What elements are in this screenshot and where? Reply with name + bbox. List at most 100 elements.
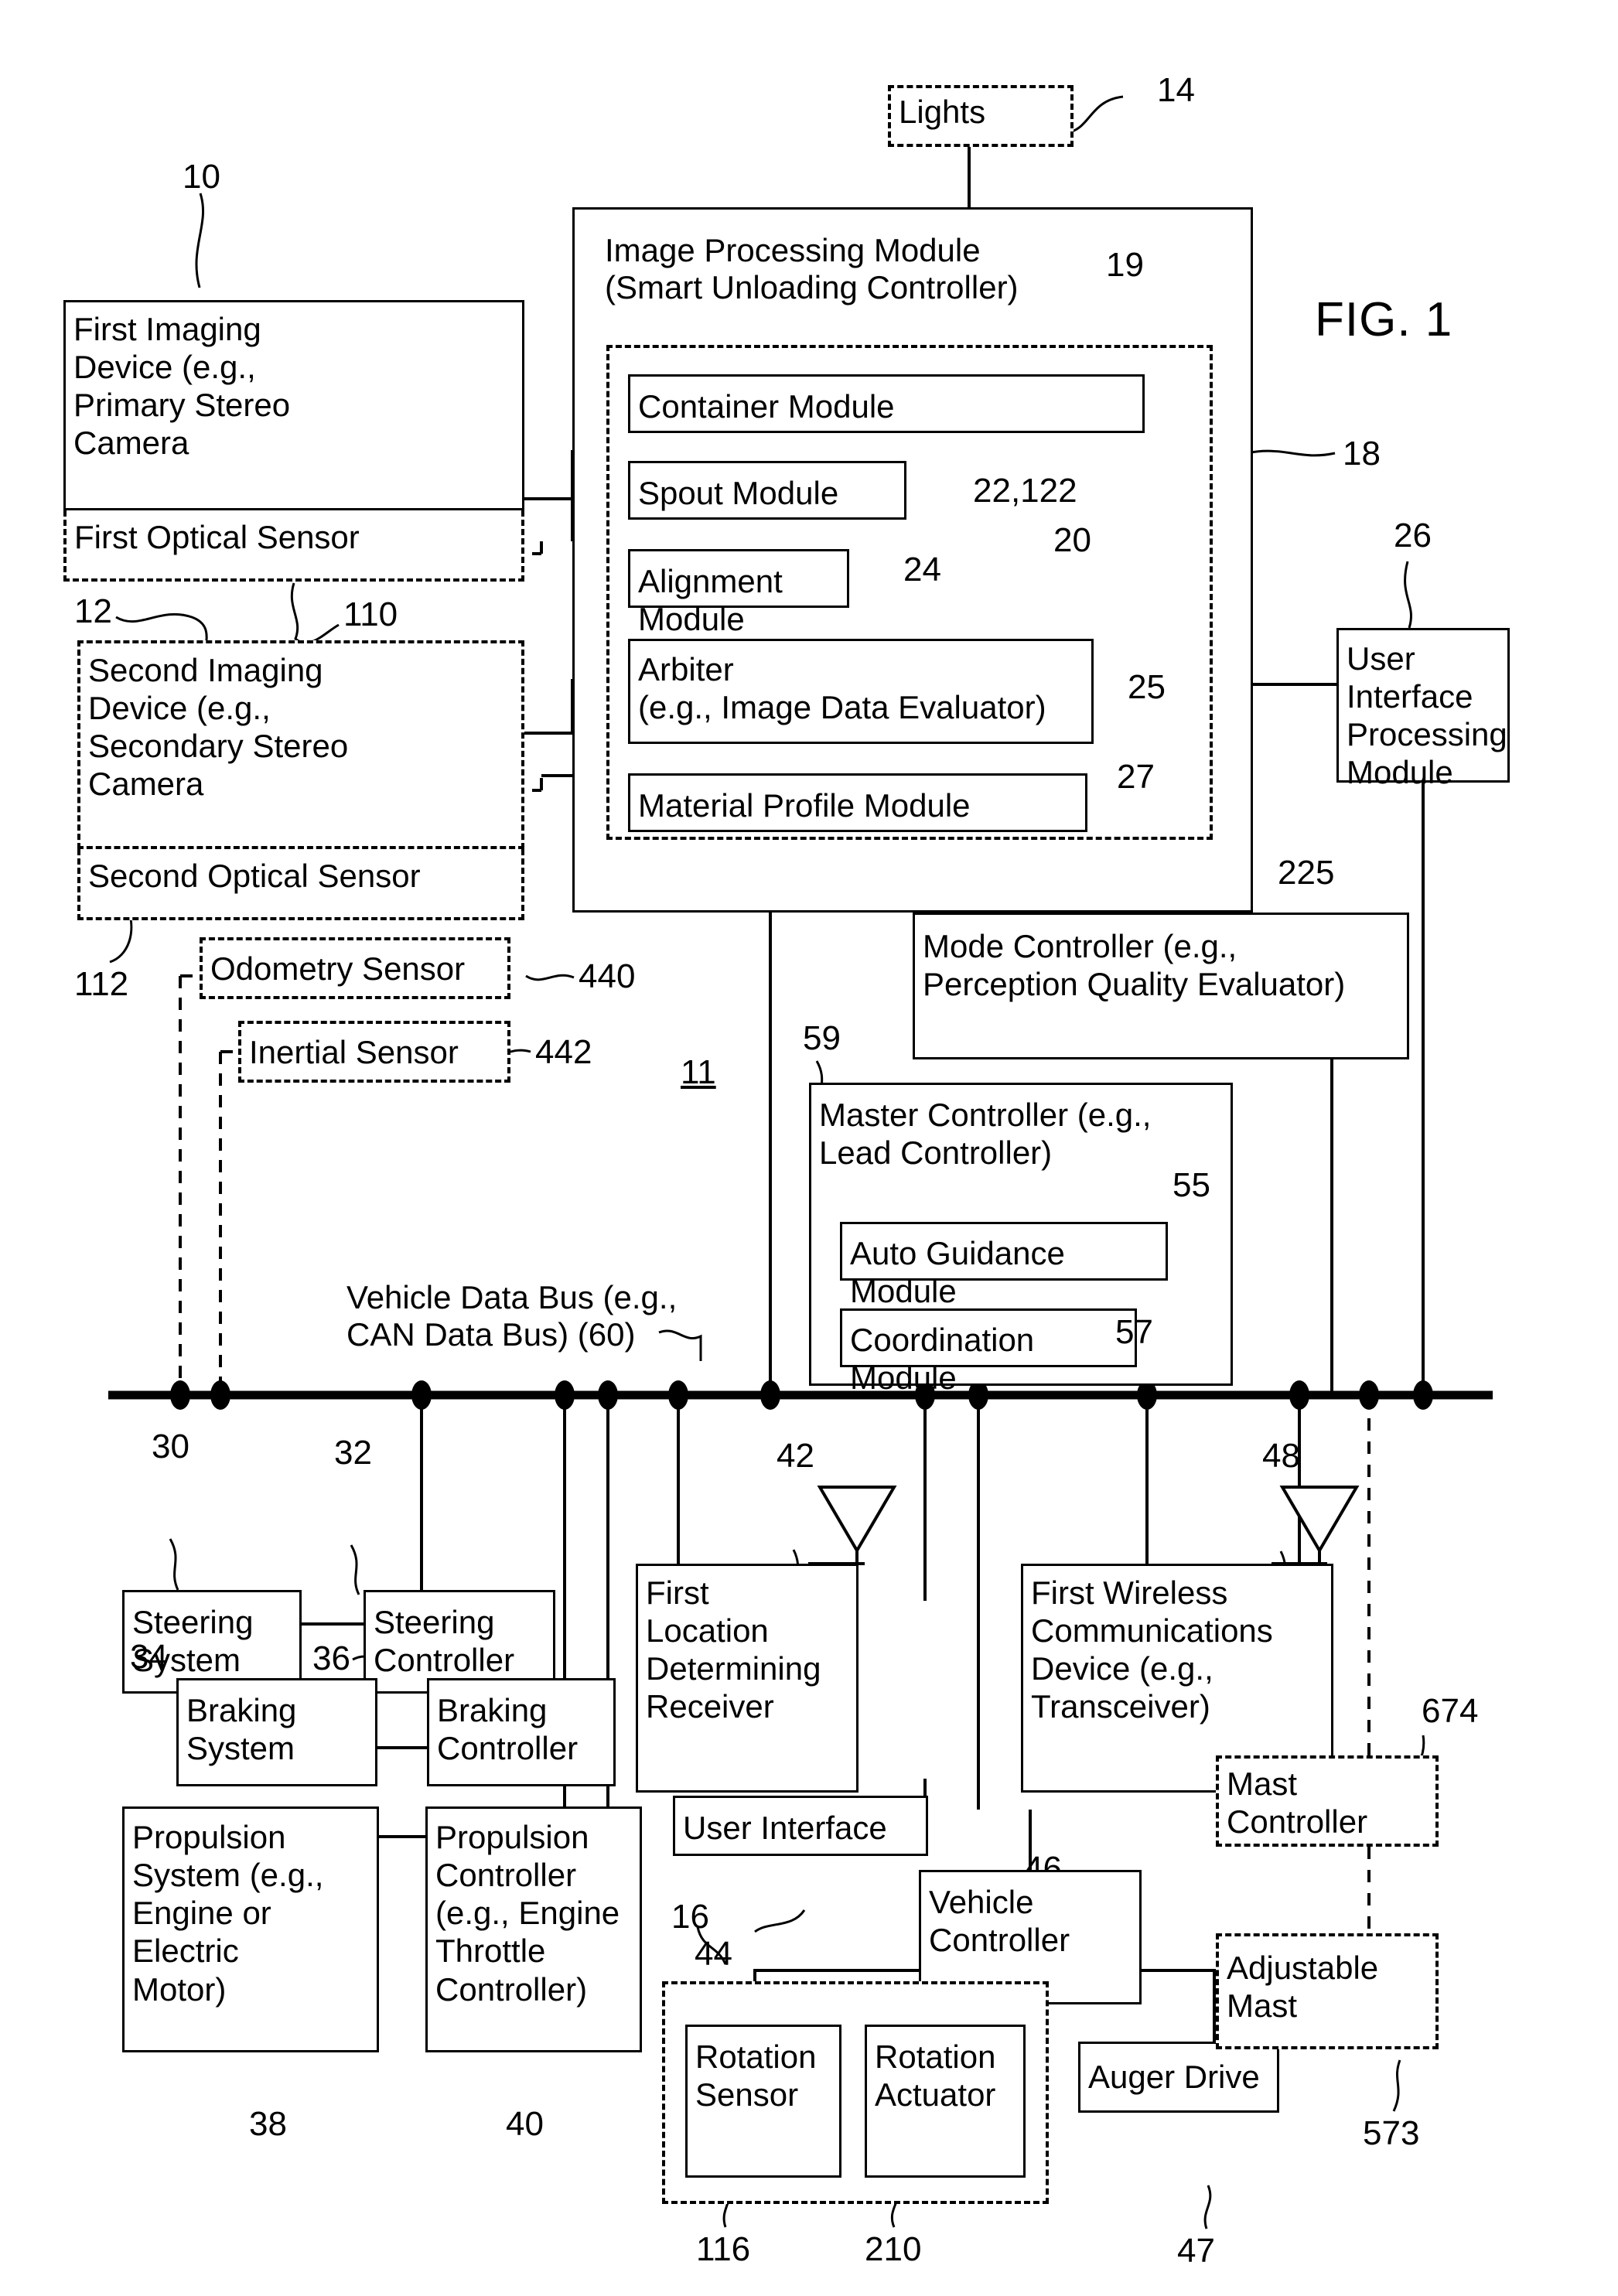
user-interface-label: User Interface <box>683 1810 887 1846</box>
ref-25: 25 <box>1128 668 1166 706</box>
leader-30 <box>169 1538 179 1591</box>
ref-442: 442 <box>535 1033 592 1071</box>
second-imaging-device-box[interactable]: Second Imaging Device (e.g., Secondary S… <box>77 640 524 849</box>
ref-34: 34 <box>130 1638 168 1676</box>
ref-42: 42 <box>777 1437 814 1475</box>
lights-label: Lights <box>899 94 986 130</box>
steering-controller-label: Steering Controller <box>374 1604 515 1679</box>
rotation-actuator-box[interactable]: Rotation Actuator <box>865 2025 1026 2178</box>
leader-26 <box>1404 561 1412 629</box>
lights-box[interactable]: Lights <box>888 85 1074 147</box>
propulsion-system-box[interactable]: Propulsion System (e.g., Engine or Elect… <box>122 1806 379 2052</box>
ref-12: 12 <box>74 592 112 630</box>
odometry-sensor-box[interactable]: Odometry Sensor <box>200 937 510 999</box>
leader-32 <box>350 1544 360 1595</box>
mode-controller-label: Mode Controller (e.g., Perception Qualit… <box>923 928 1346 1003</box>
material-profile-module-label: Material Profile Module <box>638 787 971 824</box>
leader-14 <box>1065 95 1124 135</box>
braking-controller-box[interactable]: Braking Controller <box>427 1678 616 1786</box>
first-optical-sensor-label: First Optical Sensor <box>74 519 360 555</box>
spout-module-box[interactable]: Spout Module <box>628 461 906 520</box>
user-interface-processing-module-label: User Interface Processing Module <box>1347 640 1507 791</box>
inertial-sensor-box[interactable]: Inertial Sensor <box>238 1021 510 1083</box>
rotation-sensor-label: Rotation Sensor <box>695 2038 817 2113</box>
image-processing-module-label: Image Processing Module (Smart Unloading… <box>605 232 1019 305</box>
rotation-actuator-label: Rotation Actuator <box>875 2038 996 2113</box>
ref-26: 26 <box>1394 517 1432 554</box>
user-interface-box[interactable]: User Interface <box>673 1796 928 1856</box>
first-location-determining-receiver-box[interactable]: First Location Determining Receiver <box>636 1564 858 1793</box>
ref-573: 573 <box>1363 2114 1420 2152</box>
ref-10: 10 <box>183 158 220 196</box>
master-controller-label: Master Controller (e.g., Lead Controller… <box>819 1097 1152 1172</box>
arbiter-box[interactable]: Arbiter (e.g., Image Data Evaluator) <box>628 639 1094 744</box>
arbiter-label: Arbiter (e.g., Image Data Evaluator) <box>638 651 1046 726</box>
leader-18 <box>1246 449 1336 457</box>
ref-116: 116 <box>696 2230 751 2268</box>
first-optical-sensor-box[interactable]: First Optical Sensor <box>63 510 524 582</box>
leader-44 <box>754 1909 806 1933</box>
line-vc-auger <box>1142 1969 1216 2042</box>
ref-16: 16 <box>671 1898 709 1936</box>
mast-controller-label: Mast Controller <box>1227 1765 1368 1841</box>
second-optical-sensor-label: Second Optical Sensor <box>88 858 421 894</box>
ref-110: 110 <box>343 595 398 633</box>
odometry-sensor-label: Odometry Sensor <box>210 950 466 987</box>
ref-55: 55 <box>1173 1166 1210 1204</box>
line-cam2-ipm <box>524 679 575 735</box>
ref-57: 57 <box>1115 1313 1153 1351</box>
ref-44: 44 <box>695 1935 732 1973</box>
ref-32: 32 <box>334 1434 372 1472</box>
ref-22-122: 22,122 <box>973 472 1077 510</box>
coordination-module-box[interactable]: Coordination Module <box>840 1308 1137 1396</box>
auto-guidance-module-box[interactable]: Auto Guidance Module <box>840 1222 1168 1309</box>
leader-110 <box>290 582 340 644</box>
ref-59: 59 <box>803 1019 841 1057</box>
container-module-box[interactable]: Container Module <box>628 374 1145 433</box>
adjustable-mast-box[interactable]: Adjustable Mast <box>1216 1933 1439 2049</box>
propulsion-controller-box[interactable]: Propulsion Controller (e.g., Engine Thro… <box>425 1806 642 2052</box>
first-wireless-communications-device-label: First Wireless Communications Device (e.… <box>1031 1574 1273 1725</box>
second-imaging-device-label: Second Imaging Device (e.g., Secondary S… <box>88 652 349 803</box>
braking-system-box[interactable]: Braking System <box>176 1678 377 1786</box>
container-module-label: Container Module <box>638 388 895 425</box>
mode-controller-box[interactable]: Mode Controller (e.g., Perception Qualit… <box>913 913 1409 1059</box>
antenna-triangle-2 <box>1279 1486 1360 1554</box>
ref-225: 225 <box>1278 854 1335 892</box>
material-profile-module-box[interactable]: Material Profile Module <box>628 773 1087 832</box>
ref-440: 440 <box>579 957 636 995</box>
ref-47: 47 <box>1177 2232 1215 2270</box>
adjustable-mast-label: Adjustable Mast <box>1227 1950 1379 2025</box>
second-optical-sensor-box[interactable]: Second Optical Sensor <box>77 849 524 920</box>
propulsion-controller-label: Propulsion Controller (e.g., Engine Thro… <box>435 1819 620 2008</box>
first-imaging-device-label: First Imaging Device (e.g., Primary Ster… <box>73 311 291 462</box>
ref-20: 20 <box>1053 521 1091 559</box>
ref-38: 38 <box>249 2105 287 2143</box>
mast-controller-box[interactable]: Mast Controller <box>1216 1755 1439 1847</box>
first-imaging-device-box[interactable]: First Imaging Device (e.g., Primary Ster… <box>63 300 524 510</box>
first-location-determining-receiver-label: First Location Determining Receiver <box>646 1574 821 1725</box>
ref-30: 30 <box>152 1428 189 1465</box>
leader-573 <box>1392 2059 1401 2112</box>
patent-figure-sheet: Lights 14 Image Processing Module (Smart… <box>0 0 1618 2296</box>
auger-drive-label: Auger Drive <box>1088 2059 1260 2095</box>
ref-112: 112 <box>74 965 129 1003</box>
propulsion-system-label: Propulsion System (e.g., Engine or Elect… <box>132 1819 324 2008</box>
leader-10 <box>195 193 204 288</box>
vehicle-controller-label: Vehicle Controller <box>929 1884 1070 1959</box>
ref-27: 27 <box>1117 758 1155 796</box>
ref-36: 36 <box>312 1639 350 1677</box>
ref-40: 40 <box>506 2105 544 2143</box>
auger-drive-box[interactable]: Auger Drive <box>1078 2042 1279 2113</box>
ref-18: 18 <box>1343 435 1381 473</box>
ref-11: 11 <box>681 1053 716 1091</box>
spout-module-label: Spout Module <box>638 475 839 511</box>
figure-label: FIG. 1 <box>1315 293 1453 346</box>
user-interface-processing-module-box[interactable]: User Interface Processing Module <box>1336 628 1510 790</box>
coordination-module-label: Coordination Module <box>850 1322 1043 1397</box>
ref-210: 210 <box>865 2230 922 2268</box>
alignment-module-box[interactable]: Alignment Module <box>628 549 849 637</box>
antenna-triangle-1 <box>817 1486 897 1554</box>
leader-440 <box>525 974 575 981</box>
rotation-sensor-box[interactable]: Rotation Sensor <box>685 2025 841 2178</box>
